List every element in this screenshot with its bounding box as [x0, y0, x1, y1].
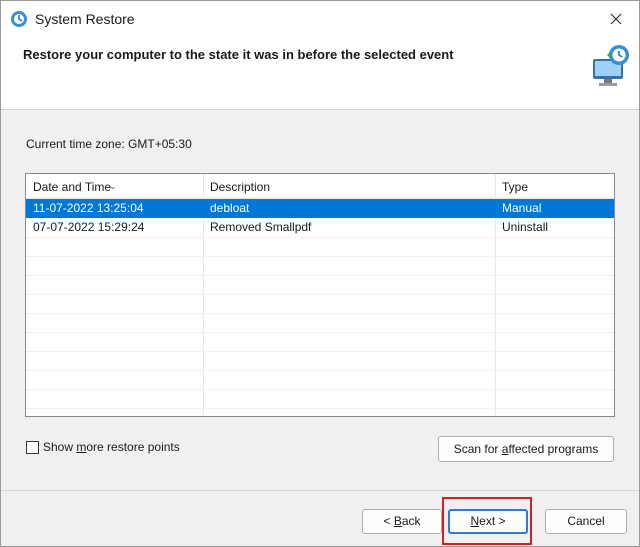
list-header: Date and Time ⌄ Description Type [26, 174, 614, 199]
window-title: System Restore [35, 11, 135, 27]
table-row[interactable]: 11-07-2022 13:25:04 debloat Manual [26, 199, 614, 218]
row-date: 07-07-2022 15:29:24 [33, 220, 145, 234]
scan-affected-programs-button[interactable]: Scan for affected programs [438, 436, 614, 462]
back-button[interactable]: < Back [362, 509, 442, 534]
column-header-date[interactable]: Date and Time ⌄ [26, 174, 203, 198]
checkbox-label: Show more restore points [43, 440, 180, 454]
grid-line [26, 351, 614, 352]
grid-line [26, 256, 614, 257]
table-row[interactable]: 07-07-2022 15:29:24 Removed Smallpdf Uni… [26, 218, 614, 237]
system-restore-icon [11, 11, 27, 27]
system-restore-window: System Restore Restore your computer to … [0, 0, 640, 547]
row-date: 11-07-2022 13:25:04 [33, 201, 144, 215]
close-icon [610, 13, 622, 25]
close-button[interactable] [593, 1, 639, 37]
checkbox-box[interactable] [26, 440, 39, 454]
restore-points-list[interactable]: Date and Time ⌄ Description Type 11-07-2… [25, 173, 615, 417]
column-header-description[interactable]: Description [203, 174, 495, 198]
grid-line [26, 237, 614, 238]
next-button[interactable]: Next > [448, 509, 528, 534]
header-band: System Restore Restore your computer to … [1, 1, 639, 110]
current-timezone-label: Current time zone: GMT+05:30 [26, 137, 192, 151]
show-more-restore-points-checkbox[interactable]: Show more restore points [26, 440, 180, 454]
grid-line [26, 275, 614, 276]
grid-line [26, 389, 614, 390]
row-description: Removed Smallpdf [210, 220, 312, 234]
column-header-date-label: Date and Time [33, 180, 112, 194]
restore-monitor-icon [593, 45, 629, 86]
footer-divider [1, 490, 639, 491]
grid-line [26, 313, 614, 314]
page-heading: Restore your computer to the state it wa… [23, 47, 454, 62]
grid-line [26, 370, 614, 371]
column-header-type[interactable]: Type [495, 174, 614, 198]
grid-line [26, 332, 614, 333]
sort-arrow-icon: ⌄ [109, 181, 117, 191]
grid-line [26, 408, 614, 409]
row-description: debloat [210, 201, 250, 215]
row-type: Uninstall [502, 220, 549, 234]
row-type: Manual [502, 201, 542, 215]
cancel-button[interactable]: Cancel [545, 509, 627, 534]
grid-line [26, 294, 614, 295]
